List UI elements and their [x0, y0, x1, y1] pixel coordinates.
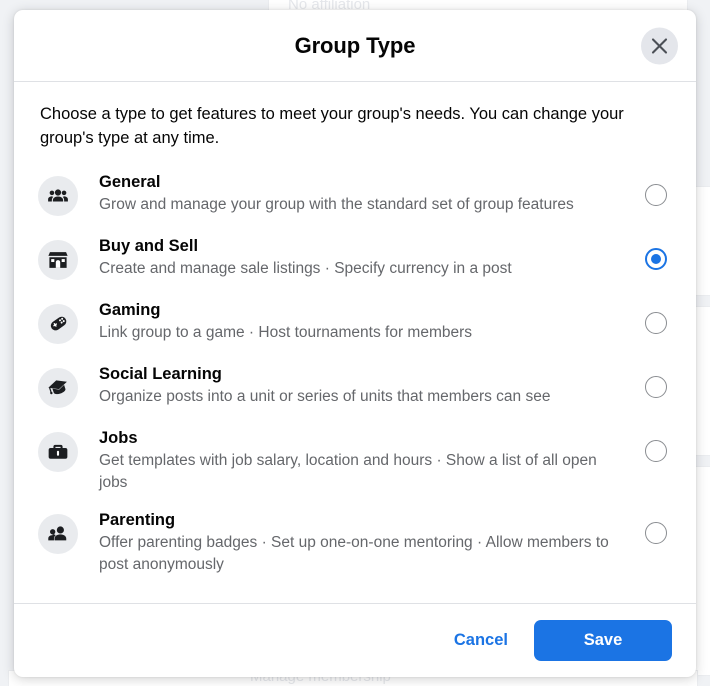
save-button[interactable]: Save — [534, 620, 672, 661]
option-description: Create and manage sale listings · Specif… — [99, 260, 512, 278]
option-text: Gaming Link group to a game · Host tourna… — [78, 298, 645, 344]
option-text: Parenting Offer parenting badges · Set up… — [78, 508, 645, 576]
page-title: Group Type — [294, 32, 416, 58]
option-title: Parenting — [99, 511, 176, 530]
dialog-footer: Cancel Save — [14, 603, 696, 677]
option-radio[interactable] — [645, 375, 667, 398]
close-icon — [651, 37, 668, 54]
group-type-option[interactable]: General Grow and manage your group with t… — [38, 163, 672, 227]
option-radio[interactable] — [645, 522, 667, 545]
group-type-option[interactable]: Buy and Sell Create and manage sale listi… — [38, 227, 672, 291]
option-description: Offer parenting badges · Set up one-on-o… — [99, 534, 609, 574]
dialog-body: Choose a type to get features to meet yo… — [14, 82, 696, 603]
close-button[interactable] — [641, 27, 678, 64]
option-radio[interactable] — [645, 183, 667, 206]
group-type-option[interactable]: Parenting Offer parenting badges · Set up… — [38, 501, 672, 583]
storefront-icon — [38, 239, 78, 280]
option-text: Social Learning Organize posts into a uni… — [78, 362, 645, 408]
option-title: Buy and Sell — [99, 236, 199, 255]
option-title: Jobs — [99, 428, 138, 447]
option-title: General — [99, 172, 161, 191]
option-title: Gaming — [99, 300, 161, 319]
option-description: Organize posts into a unit or series of … — [99, 388, 551, 406]
option-title: Social Learning — [99, 364, 222, 383]
option-text: Jobs Get templates with job salary, locat… — [78, 426, 645, 494]
graduation-cap-icon — [38, 367, 78, 408]
group-type-option[interactable]: Jobs Get templates with job salary, locat… — [38, 419, 672, 501]
option-description: Link group to a game · Host tournaments … — [99, 324, 473, 342]
cancel-button[interactable]: Cancel — [438, 622, 524, 659]
option-radio[interactable] — [645, 439, 667, 462]
option-description: Get templates with job salary, location … — [99, 452, 597, 492]
people-group-icon — [38, 175, 78, 216]
parent-child-icon — [38, 514, 78, 555]
option-text: General Grow and manage your group with t… — [78, 170, 645, 216]
group-type-dialog: Group Type Choose a type to get features… — [14, 10, 696, 677]
briefcase-icon — [38, 431, 78, 472]
group-type-option[interactable]: Social Learning Organize posts into a uni… — [38, 355, 672, 419]
gamepad-icon — [38, 303, 78, 344]
option-radio[interactable] — [645, 311, 667, 334]
option-radio[interactable] — [645, 247, 667, 270]
group-type-option[interactable]: Gaming Link group to a game · Host tourna… — [38, 291, 672, 355]
group-type-option-list: General Grow and manage your group with t… — [38, 163, 672, 584]
dialog-header: Group Type — [14, 10, 696, 82]
option-description: Grow and manage your group with the stan… — [99, 196, 574, 214]
dialog-description: Choose a type to get features to meet yo… — [40, 105, 624, 147]
option-text: Buy and Sell Create and manage sale listi… — [78, 234, 645, 280]
